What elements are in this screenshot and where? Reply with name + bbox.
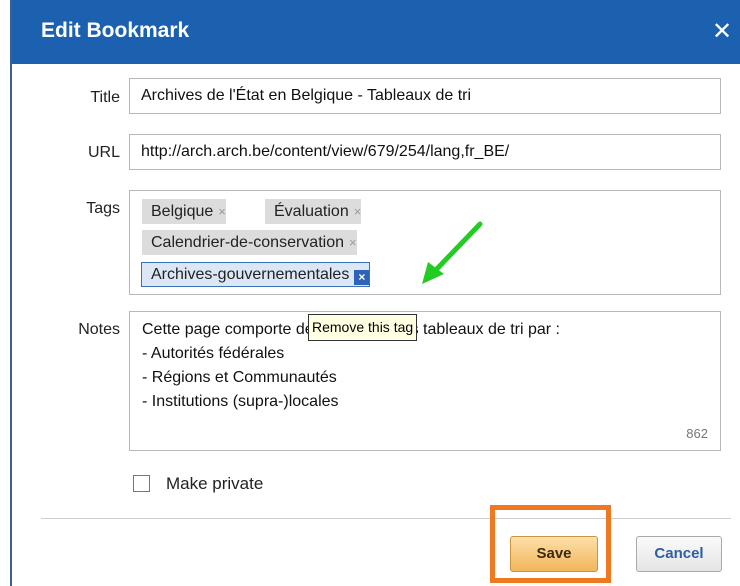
tag-label: Belgique xyxy=(151,203,214,220)
save-button[interactable]: Save xyxy=(510,536,598,572)
dialog-titlebar: Edit Bookmark ✕ xyxy=(12,0,740,64)
url-label: URL xyxy=(87,144,120,161)
remove-tag-tooltip: Remove this tag xyxy=(308,314,418,341)
close-icon[interactable]: ✕ xyxy=(704,14,740,50)
tag-chip: Évaluation × xyxy=(265,199,362,224)
tags-label: Tags xyxy=(86,200,120,217)
dialog-title: Edit Bookmark xyxy=(41,19,190,42)
make-private-checkbox[interactable] xyxy=(133,475,150,492)
remove-tag-icon[interactable]: × xyxy=(354,270,370,285)
footer-divider xyxy=(41,518,731,519)
arrow-pointer-icon xyxy=(422,221,483,284)
make-private-label[interactable]: Make private xyxy=(166,474,263,494)
tag-chip-selected: Archives-gouvernementales × xyxy=(141,262,371,287)
notes-line: - Autorités fédérales xyxy=(142,345,285,362)
remove-tag-icon[interactable]: × xyxy=(218,204,226,219)
url-input-value: http://arch.arch.be/content/view/679/254… xyxy=(141,143,510,160)
title-input-value: Archives de l'État en Belgique - Tableau… xyxy=(141,87,472,104)
tag-chip: Belgique × xyxy=(142,199,226,224)
remove-tag-icon[interactable]: × xyxy=(354,204,362,219)
notes-textarea[interactable]: Cette page comporte des liens vers les t… xyxy=(129,311,721,451)
notes-line: - Institutions (supra-)locales xyxy=(142,393,339,410)
tag-label: Évaluation xyxy=(274,203,349,220)
title-label: Title xyxy=(90,89,120,106)
tag-label: Archives-gouvernementales xyxy=(151,266,350,283)
remove-tag-icon[interactable]: × xyxy=(349,235,357,250)
url-input[interactable]: http://arch.arch.be/content/view/679/254… xyxy=(129,134,721,170)
notes-line: - Régions et Communautés xyxy=(142,369,337,386)
edit-bookmark-dialog: Edit Bookmark ✕ Title Archives de l'État… xyxy=(10,0,740,586)
notes-char-counter: 862 xyxy=(686,426,708,441)
notes-label: Notes xyxy=(78,321,120,338)
title-input[interactable]: Archives de l'État en Belgique - Tableau… xyxy=(129,78,721,114)
cancel-button[interactable]: Cancel xyxy=(636,536,722,572)
tag-label: Calendrier-de-conservation xyxy=(151,234,344,251)
tag-chip: Calendrier-de-conservation × xyxy=(142,230,357,255)
